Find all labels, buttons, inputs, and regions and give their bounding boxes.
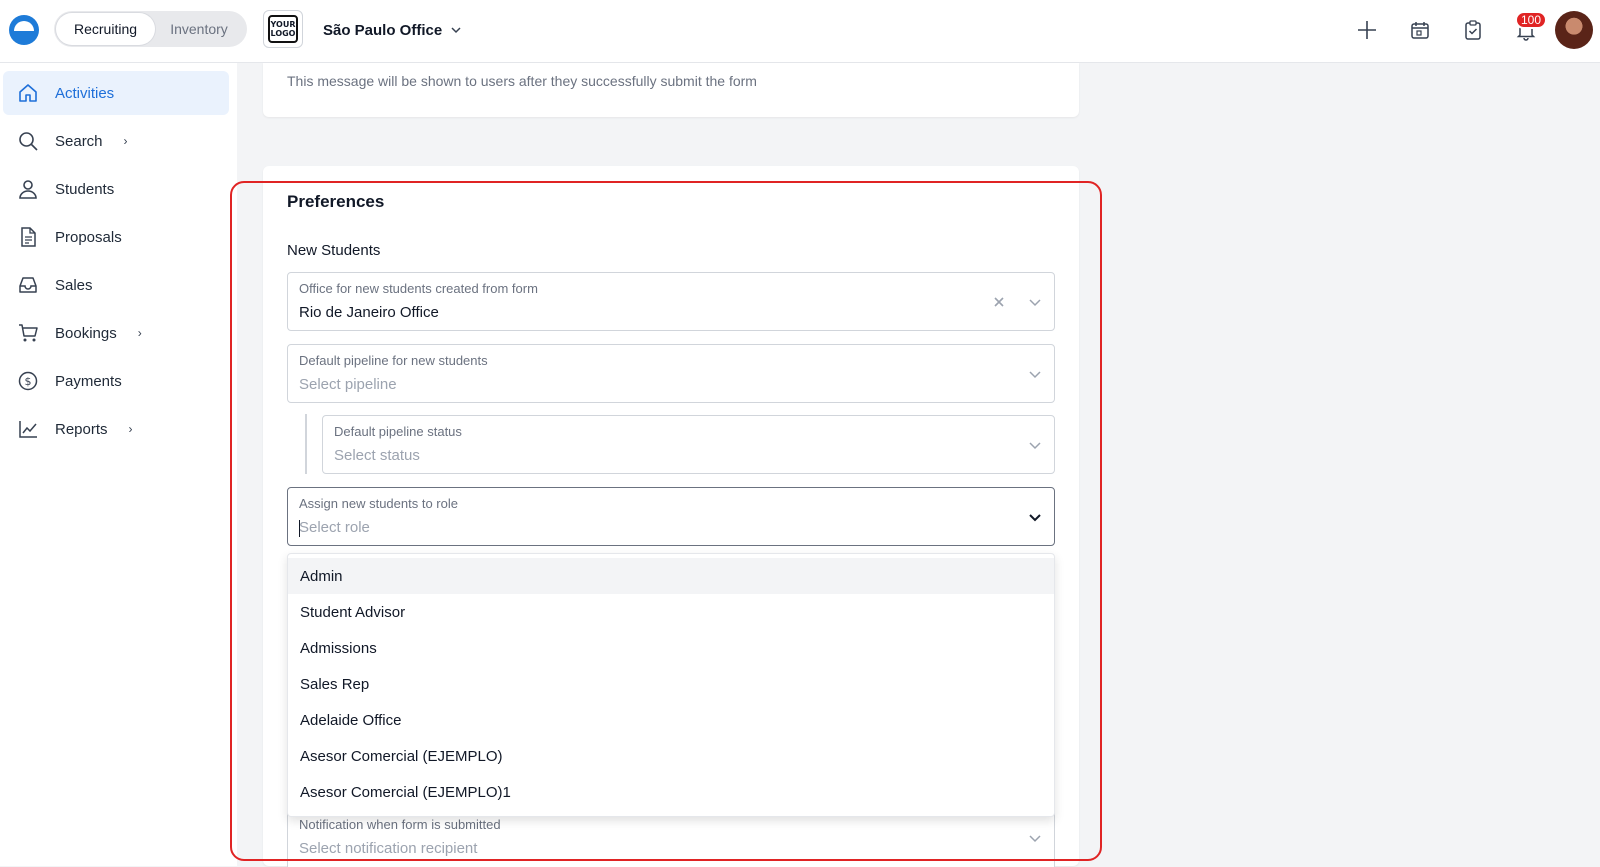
office-selector[interactable]: São Paulo Office (323, 18, 462, 42)
sidebar-item-payments[interactable]: $ Payments (3, 359, 229, 403)
role-select-placeholder: Select role (299, 519, 370, 536)
company-logo-text: YOUR LOGO (268, 15, 298, 43)
pipeline-select[interactable]: Default pipeline for new students Select… (287, 344, 1055, 403)
role-option-sales-rep[interactable]: Sales Rep (288, 666, 1054, 702)
notification-badge: 100 (1515, 11, 1548, 29)
sidebar-item-label: Reports (55, 420, 108, 438)
role-select-label: Assign new students to role (299, 496, 458, 511)
dollar-icon: $ (16, 369, 40, 393)
calendar-icon[interactable] (1406, 16, 1434, 44)
chevron-down-icon (451, 27, 461, 34)
home-icon (16, 81, 40, 105)
top-bar: Recruiting Inventory YOUR LOGO São Paulo… (0, 0, 1600, 63)
sidebar-item-proposals[interactable]: Proposals (3, 215, 229, 259)
sidebar-item-label: Bookings (55, 324, 117, 342)
clear-icon[interactable] (992, 295, 1006, 309)
chevron-down-icon (1029, 835, 1041, 843)
sidebar: Activities Search › Students Proposals S… (0, 63, 237, 866)
office-select-label: Office for new students created from for… (299, 281, 538, 296)
pipeline-select-placeholder: Select pipeline (299, 376, 397, 393)
office-selector-label: São Paulo Office (323, 21, 443, 39)
chart-line-icon (16, 417, 40, 441)
sidebar-item-search[interactable]: Search › (3, 119, 229, 163)
new-students-title: New Students (287, 242, 381, 259)
status-select-label: Default pipeline status (334, 424, 462, 439)
role-select[interactable]: Assign new students to role Select role (287, 487, 1055, 546)
chevron-down-icon (1029, 371, 1041, 379)
chevron-down-icon (1029, 442, 1041, 450)
avatar[interactable] (1555, 11, 1593, 49)
sidebar-item-label: Proposals (55, 228, 122, 246)
sidebar-item-reports[interactable]: Reports › (3, 407, 229, 451)
user-icon (16, 177, 40, 201)
chevron-right-icon: › (137, 326, 142, 340)
search-icon (16, 129, 40, 153)
mode-recruiting-button[interactable]: Recruiting (56, 13, 155, 45)
sidebar-item-bookings[interactable]: Bookings › (3, 311, 229, 355)
status-select-placeholder: Select status (334, 447, 420, 464)
cart-icon (16, 321, 40, 345)
clipboard-check-icon[interactable] (1459, 16, 1487, 44)
chevron-right-icon: › (128, 422, 133, 436)
text-caret (299, 520, 300, 537)
sidebar-item-label: Activities (55, 84, 115, 102)
chevron-down-icon (1029, 514, 1041, 522)
document-icon (16, 225, 40, 249)
sidebar-item-label: Sales (55, 276, 93, 294)
role-option-admin[interactable]: Admin (288, 558, 1054, 594)
status-select[interactable]: Default pipeline status Select status (322, 415, 1055, 474)
notification-select-placeholder: Select notification recipient (299, 840, 478, 857)
role-option-student-advisor[interactable]: Student Advisor (288, 594, 1054, 630)
svg-text:$: $ (25, 375, 32, 388)
sidebar-item-label: Search (55, 132, 103, 150)
role-option-adelaide-office[interactable]: Adelaide Office (288, 702, 1054, 738)
sidebar-item-sales[interactable]: Sales (3, 263, 229, 307)
sidebar-item-label: Payments (55, 372, 122, 390)
inbox-icon (16, 273, 40, 297)
company-logo[interactable]: YOUR LOGO (263, 10, 303, 48)
chevron-down-icon (1029, 299, 1041, 307)
office-select[interactable]: Office for new students created from for… (287, 272, 1055, 331)
role-option-asesor-comercial[interactable]: Asesor Comercial (EJEMPLO) (288, 738, 1054, 774)
success-message-card: This message will be shown to users afte… (263, 63, 1079, 117)
brand-logo[interactable] (9, 15, 39, 45)
sidebar-item-activities[interactable]: Activities (3, 71, 229, 115)
indent-divider (305, 414, 307, 474)
success-message-text: This message will be shown to users afte… (287, 73, 757, 89)
mode-toggle: Recruiting Inventory (54, 11, 247, 47)
add-icon[interactable] (1353, 16, 1381, 44)
notification-select-label: Notification when form is submitted (299, 817, 501, 832)
chevron-right-icon: › (123, 134, 128, 148)
role-option-admissions[interactable]: Admissions (288, 630, 1054, 666)
role-option-asesor-comercial-1[interactable]: Asesor Comercial (EJEMPLO)1 (288, 774, 1054, 810)
role-dropdown-menu: Admin Student Advisor Admissions Sales R… (287, 553, 1055, 817)
office-select-value: Rio de Janeiro Office (299, 304, 439, 321)
preferences-title: Preferences (287, 192, 385, 211)
sidebar-item-students[interactable]: Students (3, 167, 229, 211)
pipeline-select-label: Default pipeline for new students (299, 353, 488, 368)
mode-inventory-button[interactable]: Inventory (155, 13, 243, 45)
sidebar-item-label: Students (55, 180, 115, 198)
